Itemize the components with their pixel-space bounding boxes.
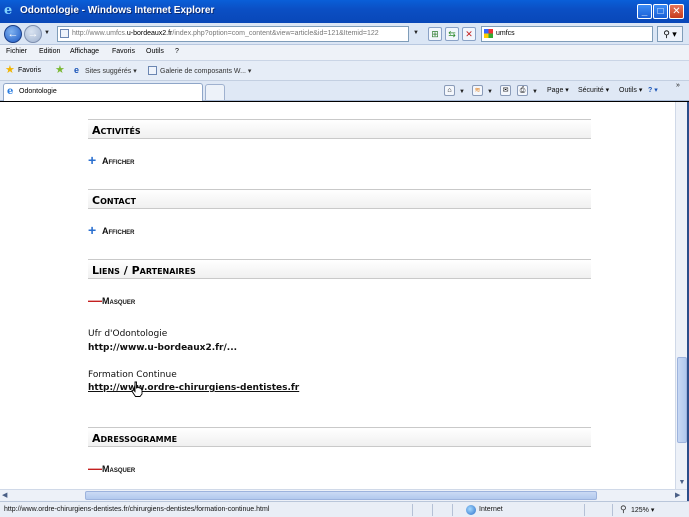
search-button[interactable]: ⚲ ▾ [657, 26, 683, 42]
new-tab-button[interactable] [205, 84, 225, 100]
horizontal-scrollbar[interactable]: ◀ ▶ [0, 489, 687, 501]
vertical-scrollbar[interactable]: ▼ [675, 102, 687, 489]
menu-edition[interactable]: Edition [39, 48, 60, 55]
ie-logo-icon: e [4, 3, 13, 18]
search-input[interactable]: umfcs [481, 26, 653, 42]
url-domain: u-bordeaux2.fr [126, 30, 173, 37]
tab-bar: e Odontologie ⌂ ▼ ≋ ▼ ✉ ⎙ ▼ Page ▾ Sécur… [0, 81, 689, 101]
section-title-activites: Activités [92, 124, 141, 137]
maximize-button[interactable]: □ [653, 4, 668, 19]
close-button[interactable]: ✕ [669, 4, 684, 19]
favorites-bar: ★ Favoris ★ e Sites suggérés ▾ Galerie d… [0, 61, 689, 81]
history-dropdown-icon[interactable]: ▼ [44, 30, 50, 36]
toggle-label: Afficher [102, 156, 135, 166]
favorites-button[interactable]: Favoris [18, 67, 41, 74]
url-suffix: /index.php?option=com_content&view=artic… [172, 30, 379, 37]
forward-button[interactable]: → [24, 25, 42, 43]
menu-affichage[interactable]: Affichage [70, 48, 99, 55]
link-formation-continue[interactable]: http://www.ordre-chirurgiens-dentistes.f… [88, 383, 299, 393]
status-separator [412, 504, 413, 516]
toggle-label: Masquer [102, 296, 136, 306]
security-menu[interactable]: Sécurité ▾ [578, 86, 609, 94]
link-label-ufr: Ufr d'Odontologie [88, 329, 168, 339]
minimize-button[interactable]: _ [637, 4, 652, 19]
toggle-label: Afficher [102, 226, 135, 236]
help-menu[interactable]: ? ▾ [648, 86, 658, 94]
command-bar-overflow[interactable]: » [676, 82, 680, 89]
title-bar: e Odontologie - Windows Internet Explore… [0, 0, 689, 23]
hand-cursor-icon [131, 381, 143, 397]
scroll-left-icon[interactable]: ◀ [2, 490, 12, 501]
link-ufr[interactable]: http://www.u-bordeaux2.fr/... [88, 343, 237, 353]
minus-icon: — [88, 460, 102, 476]
scroll-right-icon[interactable]: ▶ [675, 490, 685, 501]
print-icon[interactable]: ⎙ [517, 85, 528, 96]
link-label-formation: Formation Continue [88, 370, 177, 380]
refresh-icon[interactable]: ⇆ [445, 27, 459, 41]
back-button[interactable]: ← [4, 25, 22, 43]
favorites-star-icon: ★ [5, 64, 15, 76]
plus-icon: + [88, 222, 97, 238]
section-header-contact: Contact [88, 189, 591, 209]
mail-icon[interactable]: ✉ [500, 85, 511, 96]
menu-fichier[interactable]: Fichier [6, 48, 27, 55]
compatibility-view-icon[interactable]: ⊞ [428, 27, 442, 41]
section-title-adressogramme: Adressogramme [92, 432, 178, 445]
horizontal-scroll-thumb[interactable] [85, 491, 597, 500]
gallery-page-icon [148, 66, 157, 75]
add-favorite-icon[interactable]: ★ [55, 65, 65, 76]
vertical-scroll-thumb[interactable] [677, 357, 687, 443]
home-dropdown-icon[interactable]: ▼ [459, 89, 465, 95]
menu-bar: Fichier Edition Affichage Favoris Outils… [0, 45, 689, 61]
gallery-link[interactable]: Galerie de composants W... ▾ [160, 67, 251, 75]
plus-icon: + [88, 152, 97, 168]
status-separator [612, 504, 613, 516]
url-prefix: http://www.umfcs. [72, 30, 127, 37]
status-separator [432, 504, 433, 516]
feeds-icon[interactable]: ≋ [472, 85, 483, 96]
status-bar: http://www.ordre-chirurgiens-dentistes.f… [0, 501, 689, 517]
zoom-level[interactable]: 125% ▾ [631, 506, 654, 514]
menu-help[interactable]: ? [175, 48, 179, 55]
scroll-down-icon[interactable]: ▼ [677, 478, 687, 488]
security-zone[interactable]: Internet [479, 506, 503, 513]
page-menu[interactable]: Page ▾ [547, 86, 569, 94]
address-row: ← → ▼ http://www.umfcs.u-bordeaux2.fr/in… [0, 23, 689, 45]
tab-odontologie[interactable]: e Odontologie [3, 83, 203, 101]
status-url: http://www.ordre-chirurgiens-dentistes.f… [4, 506, 270, 513]
print-dropdown-icon[interactable]: ▼ [532, 89, 538, 95]
stop-icon[interactable]: ✕ [462, 27, 476, 41]
tools-menu[interactable]: Outils ▾ [619, 86, 642, 94]
zoom-icon: ⚲ [620, 504, 627, 514]
search-value: umfcs [496, 30, 515, 37]
address-input[interactable]: http://www.umfcs.u-bordeaux2.fr/index.ph… [57, 26, 409, 42]
section-header-activites: Activités [88, 119, 591, 139]
feeds-dropdown-icon[interactable]: ▼ [487, 89, 493, 95]
minus-icon: — [88, 292, 102, 308]
status-separator [584, 504, 585, 516]
menu-outils[interactable]: Outils [146, 48, 164, 55]
window-title: Odontologie - Windows Internet Explorer [20, 5, 215, 16]
search-engine-icon [484, 29, 493, 38]
section-header-liens: Liens / Partenaires [88, 259, 591, 279]
section-title-contact: Contact [92, 194, 136, 207]
section-title-liens: Liens / Partenaires [92, 264, 196, 277]
internet-zone-icon [466, 505, 476, 515]
home-icon[interactable]: ⌂ [444, 85, 455, 96]
tab-label: Odontologie [19, 88, 57, 95]
menu-favoris[interactable]: Favoris [112, 48, 135, 55]
page-icon [60, 29, 69, 38]
toggle-label: Masquer [102, 464, 136, 474]
suggested-sites-link[interactable]: Sites suggérés ▾ [85, 67, 137, 75]
page-viewport: Activités + Afficher Contact + Afficher … [0, 102, 675, 489]
section-header-adressogramme: Adressogramme [88, 427, 591, 447]
suggested-sites-ie-icon: e [74, 65, 80, 75]
tab-ie-icon: e [7, 86, 14, 97]
status-separator [452, 504, 453, 516]
address-dropdown-icon[interactable]: ▼ [413, 30, 419, 36]
